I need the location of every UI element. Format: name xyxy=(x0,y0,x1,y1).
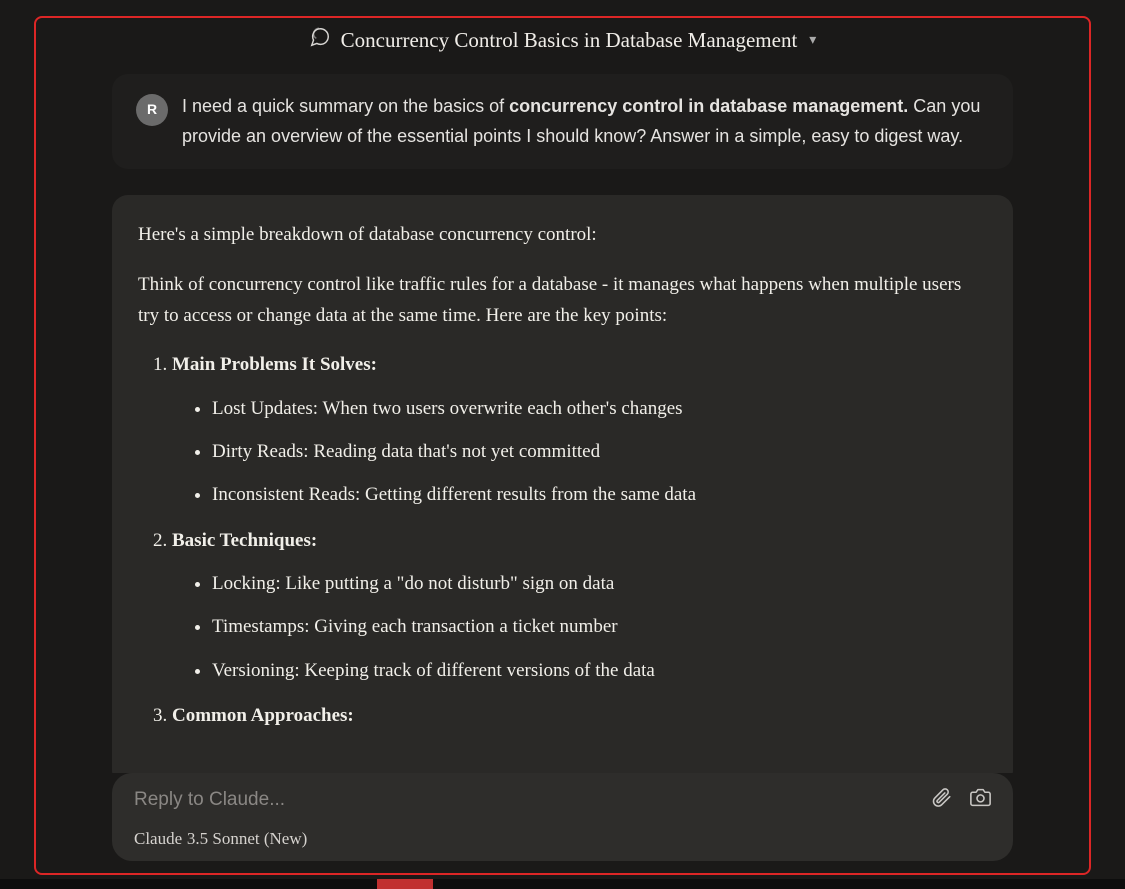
section-items: Locking: Like putting a "do not disturb"… xyxy=(172,568,987,686)
composer-input-row xyxy=(134,787,991,813)
conversation-area: R I need a quick summary on the basics o… xyxy=(36,64,1089,773)
attachment-icon[interactable] xyxy=(931,787,952,813)
section-title: Basic Techniques: xyxy=(172,530,317,551)
assistant-intro-1: Here's a simple breakdown of database co… xyxy=(138,219,987,250)
composer-icons xyxy=(931,787,991,813)
app-frame: Concurrency Control Basics in Database M… xyxy=(34,16,1091,875)
list-item: Dirty Reads: Reading data that's not yet… xyxy=(212,436,987,467)
camera-icon[interactable] xyxy=(970,787,991,813)
model-name: 3.5 Sonnet (New) xyxy=(187,829,307,848)
list-item: Locking: Like putting a "do not disturb"… xyxy=(212,568,987,599)
list-item: Lost Updates: When two users overwrite e… xyxy=(212,393,987,424)
model-label: Claude xyxy=(134,829,182,848)
section-title: Main Problems It Solves: xyxy=(172,354,377,375)
assistant-section: Main Problems It Solves: Lost Updates: W… xyxy=(172,349,987,510)
assistant-message: Here's a simple breakdown of database co… xyxy=(112,195,1013,773)
section-title: Common Approaches: xyxy=(172,705,354,726)
list-item: Versioning: Keeping track of different v… xyxy=(212,655,987,686)
user-text-bold: concurrency control in database manageme… xyxy=(509,96,908,116)
chevron-down-icon[interactable]: ▾ xyxy=(809,32,816,49)
avatar-initial: R xyxy=(147,98,157,121)
user-avatar: R xyxy=(136,94,168,126)
conversation-title: Concurrency Control Basics in Database M… xyxy=(341,28,798,53)
user-text-prefix: I need a quick summary on the basics of xyxy=(182,96,509,116)
assistant-section: Common Approaches: xyxy=(172,700,987,731)
section-items: Lost Updates: When two users overwrite e… xyxy=(172,393,987,511)
assistant-section: Basic Techniques: Locking: Like putting … xyxy=(172,525,987,686)
assistant-sections: Main Problems It Solves: Lost Updates: W… xyxy=(138,349,987,731)
list-item: Timestamps: Giving each transaction a ti… xyxy=(212,611,987,642)
model-selector[interactable]: Claude 3.5 Sonnet (New) xyxy=(134,829,991,849)
user-message-text: I need a quick summary on the basics of … xyxy=(182,92,989,151)
assistant-intro-2: Think of concurrency control like traffi… xyxy=(138,269,987,332)
composer: Claude 3.5 Sonnet (New) xyxy=(112,773,1013,861)
chat-icon xyxy=(309,26,331,54)
taskbar[interactable] xyxy=(0,879,1125,889)
title-bar[interactable]: Concurrency Control Basics in Database M… xyxy=(36,18,1089,64)
user-message: R I need a quick summary on the basics o… xyxy=(112,74,1013,169)
reply-input[interactable] xyxy=(134,789,931,811)
list-item: Inconsistent Reads: Getting different re… xyxy=(212,479,987,510)
